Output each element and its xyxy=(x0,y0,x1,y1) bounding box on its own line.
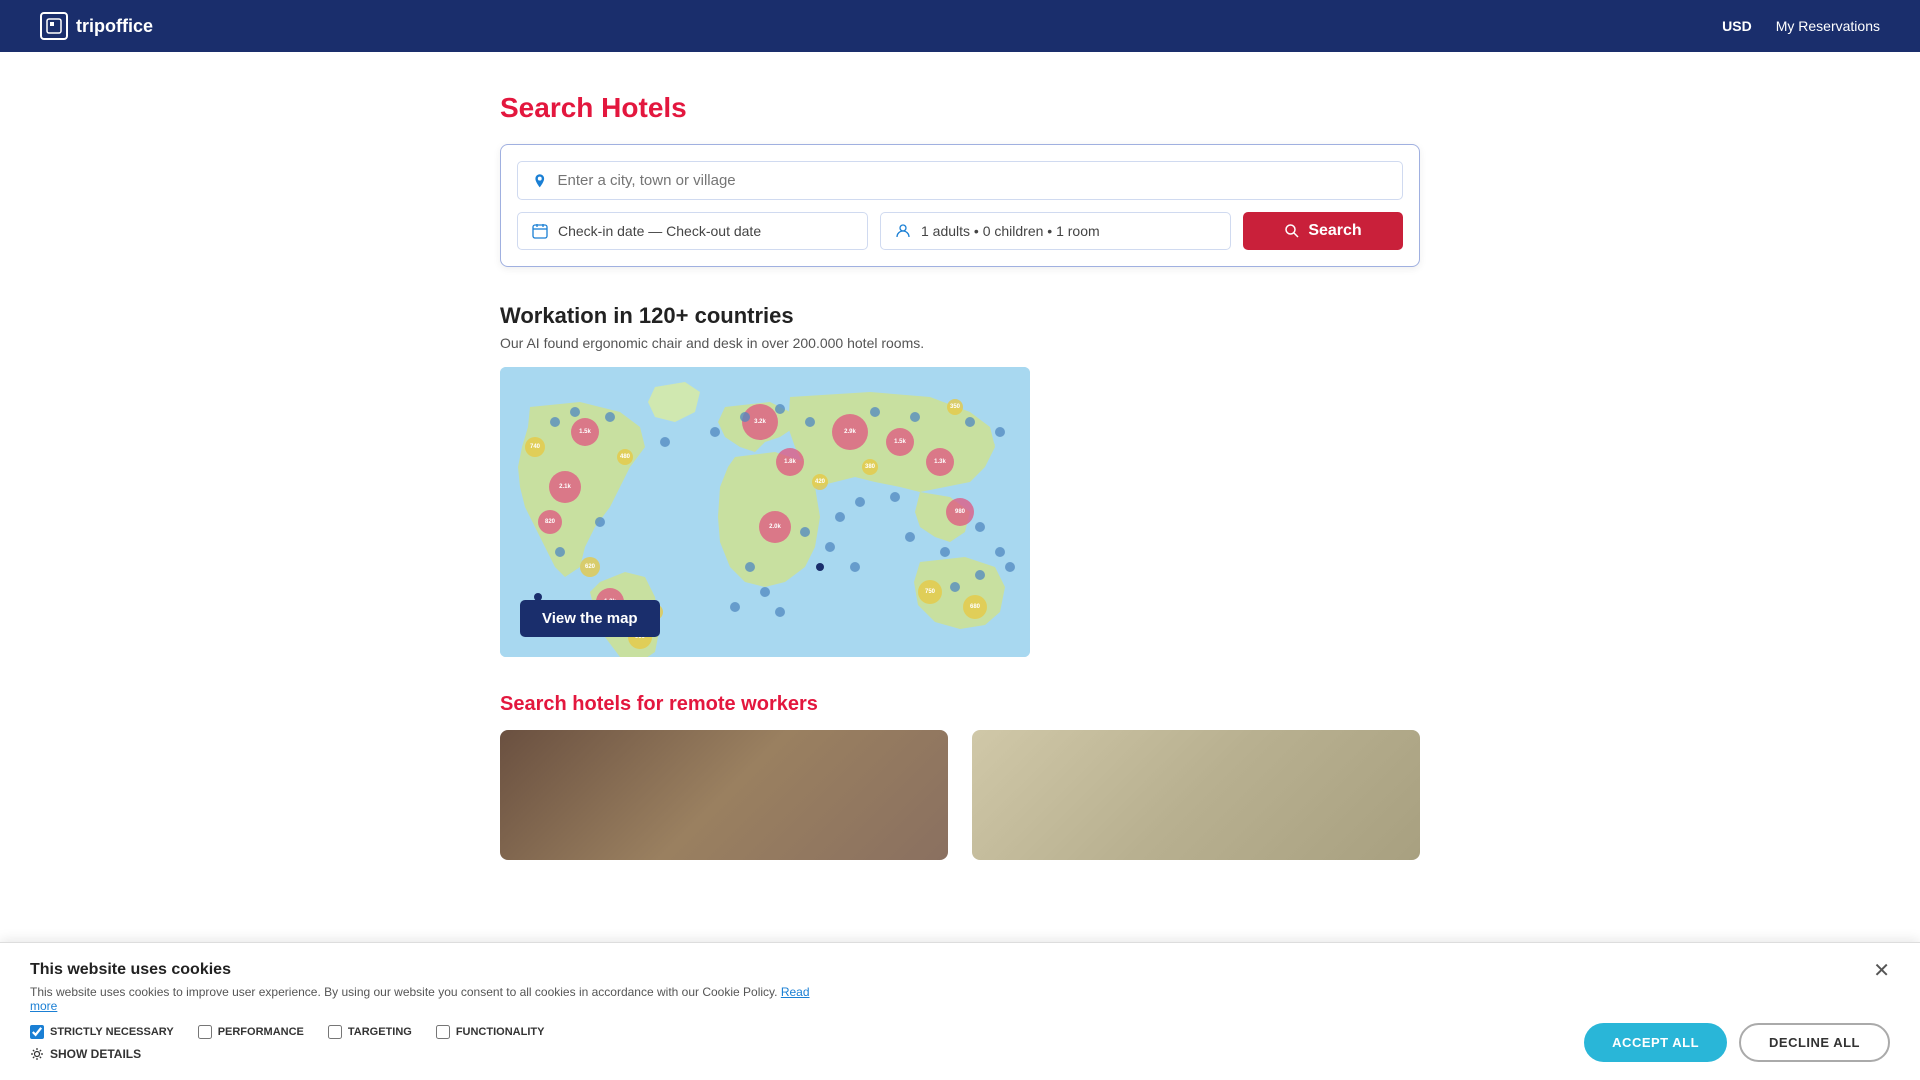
svg-text:1.5k: 1.5k xyxy=(894,439,906,445)
site-header: tripoffice USD My Reservations xyxy=(0,0,1920,52)
show-details-button[interactable]: Show Details xyxy=(30,1047,544,1061)
checkbox-functionality[interactable]: Functionality xyxy=(436,1025,545,1039)
decline-all-button[interactable]: Decline All xyxy=(1739,1023,1890,1062)
svg-text:820: 820 xyxy=(545,519,556,525)
checkbox-strictly-necessary[interactable]: Strictly Necessary xyxy=(30,1025,174,1039)
my-reservations-link[interactable]: My Reservations xyxy=(1776,18,1880,34)
location-icon xyxy=(532,173,548,189)
search-row: Check-in date — Check-out date 1 adults … xyxy=(517,212,1403,250)
cookie-close-button[interactable]: ✕ xyxy=(1873,961,1890,981)
cookie-desc-text: This website uses cookies to improve use… xyxy=(30,985,777,999)
functionality-checkbox[interactable] xyxy=(436,1025,450,1039)
guests-picker[interactable]: 1 adults • 0 children • 1 room xyxy=(880,212,1231,250)
gear-icon xyxy=(30,1047,44,1061)
cookie-top: This website uses cookies This website u… xyxy=(30,961,1890,1013)
cookie-controls: Strictly Necessary Performance Targeting… xyxy=(30,1023,1890,1062)
cookie-text: This website uses cookies This website u… xyxy=(30,961,830,1013)
cookie-checkboxes: Strictly Necessary Performance Targeting… xyxy=(30,1025,544,1039)
svg-text:1.5k: 1.5k xyxy=(579,429,591,435)
hotel-cards xyxy=(500,730,1420,860)
location-input[interactable] xyxy=(558,172,1388,189)
search-button-label: Search xyxy=(1308,222,1361,240)
hotel-image-1 xyxy=(500,730,948,860)
checkbox-targeting[interactable]: Targeting xyxy=(328,1025,412,1039)
search-box: Check-in date — Check-out date 1 adults … xyxy=(500,144,1420,267)
title-plain: Search xyxy=(500,92,601,123)
svg-text:480: 480 xyxy=(620,454,631,460)
checkbox-performance[interactable]: Performance xyxy=(198,1025,304,1039)
logo-icon xyxy=(40,12,68,40)
cookie-banner: This website uses cookies This website u… xyxy=(0,942,1920,1080)
cookie-buttons: Accept All Decline All xyxy=(1584,1023,1890,1062)
performance-checkbox[interactable] xyxy=(198,1025,212,1039)
world-map[interactable]: 1.5k 2.1k 820 1.2k 3.2k 1.8k 2.9k 1.5k 1… xyxy=(500,367,1030,657)
guests-icon xyxy=(895,223,911,239)
show-details-label: Show Details xyxy=(50,1047,141,1061)
search-icon xyxy=(1284,223,1300,239)
hotel-image-2 xyxy=(972,730,1420,860)
guests-value: 1 adults • 0 children • 1 room xyxy=(921,223,1100,239)
svg-text:1.3k: 1.3k xyxy=(934,459,946,465)
svg-text:2.1k: 2.1k xyxy=(559,484,571,490)
svg-text:2.0k: 2.0k xyxy=(769,524,781,530)
remote-workers-title: Search hotels for remote workers xyxy=(500,693,1420,716)
workation-subtitle: Our AI found ergonomic chair and desk in… xyxy=(500,335,1420,351)
cookie-title: This website uses cookies xyxy=(30,961,830,979)
cookie-left: Strictly Necessary Performance Targeting… xyxy=(30,1025,544,1061)
remote-title-colored: remote workers xyxy=(669,693,818,715)
targeting-label: Targeting xyxy=(348,1026,412,1038)
title-colored: Hotels xyxy=(601,92,687,123)
performance-label: Performance xyxy=(218,1026,304,1038)
strictly-necessary-label: Strictly Necessary xyxy=(50,1026,174,1038)
date-picker[interactable]: Check-in date — Check-out date xyxy=(517,212,868,250)
accept-all-button[interactable]: Accept All xyxy=(1584,1023,1727,1062)
cookie-description: This website uses cookies to improve use… xyxy=(30,985,830,1013)
svg-text:2.9k: 2.9k xyxy=(844,429,856,435)
hotel-card-1[interactable] xyxy=(500,730,948,860)
workation-title: Workation in 120+ countries xyxy=(500,303,1420,329)
svg-text:420: 420 xyxy=(815,479,826,485)
svg-text:750: 750 xyxy=(925,589,936,595)
logo[interactable]: tripoffice xyxy=(40,12,153,40)
currency-selector[interactable]: USD xyxy=(1722,18,1752,34)
remote-title-plain: Search hotels for xyxy=(500,693,669,715)
svg-text:1.8k: 1.8k xyxy=(784,459,796,465)
view-map-button[interactable]: View the map xyxy=(520,600,660,637)
svg-text:740: 740 xyxy=(530,444,541,450)
header-nav: USD My Reservations xyxy=(1722,18,1880,34)
svg-text:680: 680 xyxy=(970,604,981,610)
strictly-necessary-checkbox[interactable] xyxy=(30,1025,44,1039)
logo-text: tripoffice xyxy=(76,16,153,37)
svg-text:380: 380 xyxy=(865,464,876,470)
svg-text:3.2k: 3.2k xyxy=(754,419,766,425)
targeting-checkbox[interactable] xyxy=(328,1025,342,1039)
location-field[interactable] xyxy=(517,161,1403,200)
page-title: Search Hotels xyxy=(500,92,1420,124)
svg-text:350: 350 xyxy=(950,404,961,410)
calendar-icon xyxy=(532,223,548,239)
svg-text:980: 980 xyxy=(955,509,966,515)
search-button[interactable]: Search xyxy=(1243,212,1403,250)
date-placeholder: Check-in date — Check-out date xyxy=(558,223,761,239)
main-content: Search Hotels Check-in date — Check-out … xyxy=(480,52,1440,900)
functionality-label: Functionality xyxy=(456,1026,545,1038)
svg-text:620: 620 xyxy=(585,564,596,570)
hotel-card-2[interactable] xyxy=(972,730,1420,860)
